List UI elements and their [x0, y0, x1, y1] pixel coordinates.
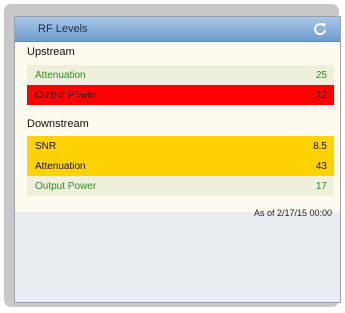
upstream-title: Upstream [27, 46, 75, 58]
widget-title: RF Levels [38, 23, 88, 35]
upstream-attenuation-row: Attenuation 25 [27, 65, 334, 85]
row-value: 8.5 [313, 141, 327, 152]
downstream-attenuation-row: Attenuation 43 [27, 156, 334, 176]
refresh-icon[interactable] [312, 21, 328, 37]
row-label: Output Power [35, 90, 97, 101]
widget-header: RF Levels [15, 17, 340, 42]
row-label: Attenuation [35, 70, 86, 81]
downstream-title: Downstream [27, 118, 89, 130]
rf-levels-widget: RF Levels Upstream Attenuation 25 Output… [14, 16, 341, 303]
row-value: 12 [315, 90, 327, 101]
row-value: 43 [315, 161, 327, 172]
downstream-output-power-row: Output Power 17 [27, 176, 334, 196]
row-label: Output Power [35, 181, 97, 192]
rf-levels-content: Upstream Attenuation 25 Output Power 12 … [15, 42, 340, 212]
downstream-snr-row: SNR 8.5 [27, 136, 334, 156]
row-label: Attenuation [35, 161, 86, 172]
row-label: SNR [35, 141, 57, 152]
as-of-timestamp: As of 2/17/15 00:00 [253, 208, 332, 218]
row-value: 17 [315, 181, 327, 192]
upstream-output-power-row: Output Power 12 [27, 85, 334, 105]
widget-frame: RF Levels Upstream Attenuation 25 Output… [4, 4, 341, 307]
row-value: 25 [315, 70, 327, 81]
